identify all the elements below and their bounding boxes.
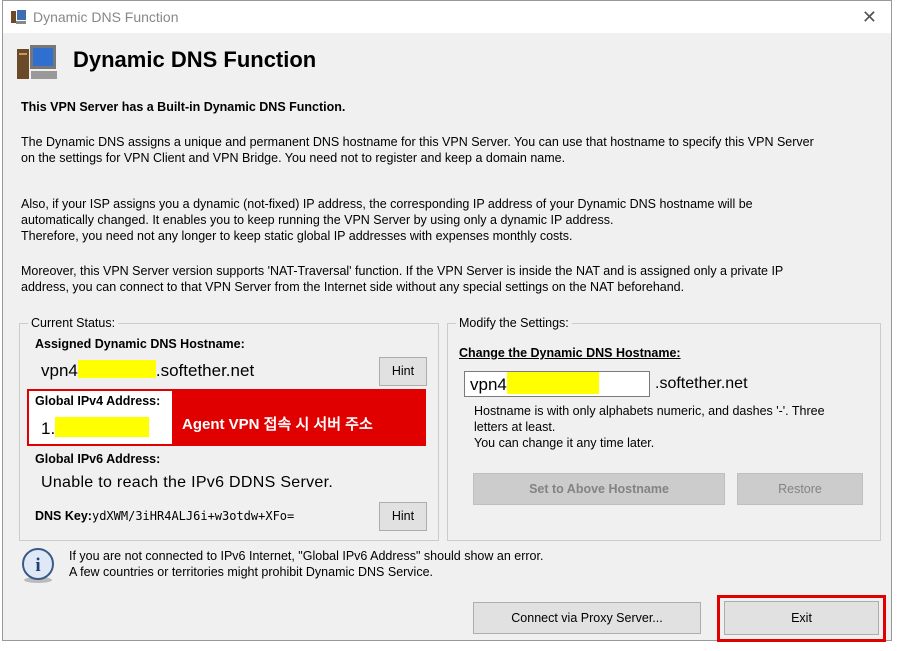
help-line3: You can change it any time later. — [474, 436, 655, 450]
app-icon — [11, 10, 26, 24]
redacted-input-highlight — [506, 372, 599, 394]
ipv4-label: Global IPv4 Address: — [35, 394, 161, 408]
set-hostname-button[interactable]: Set to Above Hostname — [473, 473, 725, 505]
dnskey-value: ydXWM/3iHR4ALJ6i+w3otdw+XFo= — [91, 509, 295, 523]
svg-text:i: i — [35, 555, 40, 576]
hostname-input[interactable]: vpn4 — [464, 371, 650, 397]
redacted-ip-highlight — [55, 417, 150, 437]
ipv4-value: 1. — [41, 417, 150, 439]
current-status-label: Current Status: — [28, 316, 119, 330]
hint-button[interactable]: Hint — [379, 357, 427, 386]
page-title: Dynamic DNS Function — [73, 47, 317, 72]
intro-paragraph-3: Moreover, this VPN Server version suppor… — [21, 263, 881, 295]
intro-p3-line2: address, you can connect to that VPN Ser… — [21, 280, 685, 294]
hostname-label: Assigned Dynamic DNS Hostname: — [35, 337, 245, 351]
ipv6-value: Unable to reach the IPv6 DDNS Server. — [41, 474, 334, 491]
hostname-input-text: vpn4 — [470, 375, 507, 394]
dns-key: DNS Key:ydXWM/3iHR4ALJ6i+w3otdw+XFo= — [35, 509, 294, 523]
hostname-prefix: vpn4 — [41, 361, 78, 380]
intro-paragraph-2: Also, if your ISP assigns you a dynamic … — [21, 196, 881, 244]
ipv4-prefix: 1. — [41, 419, 56, 438]
modify-settings-label: Modify the Settings: — [456, 316, 572, 330]
dnskey-label: DNS Key: — [35, 509, 92, 523]
info-icon: i — [22, 548, 54, 583]
close-icon[interactable]: ✕ — [862, 7, 877, 28]
ipv6-label: Global IPv6 Address: — [35, 452, 161, 466]
info-line2: A few countries or territories might pro… — [69, 565, 434, 579]
change-hostname-label: Change the Dynamic DNS Hostname: — [459, 346, 681, 360]
redacted-highlight — [77, 360, 156, 378]
info-text: If you are not connected to IPv6 Interne… — [69, 548, 543, 580]
hostname-suffix: .softether.net — [155, 361, 255, 380]
annotation-text: Agent VPN 접속 시 서버 주소 — [182, 416, 373, 433]
intro-p2-line1: Also, if your ISP assigns you a dynamic … — [21, 197, 753, 211]
proxy-server-button[interactable]: Connect via Proxy Server... — [473, 602, 701, 634]
info-line1: If you are not connected to IPv6 Interne… — [69, 549, 544, 563]
title-bar[interactable]: Dynamic DNS Function ✕ — [3, 1, 891, 33]
hint-button-2[interactable]: Hint — [379, 502, 427, 531]
intro-p2-line3: Therefore, you need not any longer to ke… — [21, 229, 573, 243]
intro-heading: This VPN Server has a Built-in Dynamic D… — [21, 100, 346, 114]
hostname-help: Hostname is with only alphabets numeric,… — [474, 403, 825, 451]
intro-paragraph-1: The Dynamic DNS assigns a unique and per… — [21, 134, 881, 166]
intro-p3-line1: Moreover, this VPN Server version suppor… — [21, 264, 784, 278]
intro-p2-line2: automatically changed. It enables you to… — [21, 213, 614, 227]
restore-button[interactable]: Restore — [737, 473, 863, 505]
hostname-value: vpn4 .softether.net — [41, 360, 254, 381]
help-line2: letters at least. — [474, 420, 556, 434]
computer-icon — [17, 45, 57, 79]
exit-button[interactable]: Exit — [724, 601, 879, 635]
help-line1: Hostname is with only alphabets numeric,… — [474, 404, 825, 418]
dialog-window: Dynamic DNS Function ✕ Dynamic DNS Funct… — [2, 0, 892, 642]
window-title: Dynamic DNS Function — [33, 9, 179, 25]
hostname-suffix-label: .softether.net — [655, 375, 748, 392]
intro-p1-line2: on the settings for VPN Client and VPN B… — [21, 151, 566, 165]
intro-p1-line1: The Dynamic DNS assigns a unique and per… — [21, 135, 814, 149]
